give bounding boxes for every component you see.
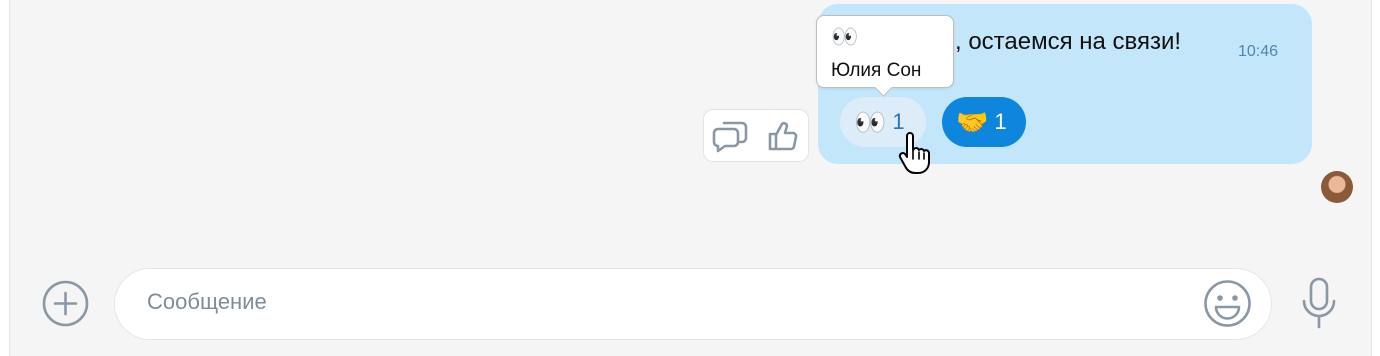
- handshake-emoji: 🤝: [956, 107, 989, 137]
- reaction-handshake-button[interactable]: 🤝 1: [942, 97, 1026, 147]
- reply-button[interactable]: [710, 116, 750, 156]
- tooltip-user-name: Юлия Сон: [831, 60, 922, 81]
- add-icon[interactable]: [42, 280, 89, 327]
- message-actions-panel: [703, 109, 809, 162]
- message-time: 10:46: [1238, 43, 1279, 60]
- message-text: , остаемся на связи!: [955, 28, 1182, 55]
- hand-cursor-icon: [898, 132, 930, 174]
- tooltip-emoji: 👀: [831, 24, 859, 49]
- message-input[interactable]: [114, 268, 1272, 340]
- reply-icon: [712, 121, 748, 152]
- message-input-placeholder: Сообщение: [147, 289, 267, 314]
- thumbs-up-icon: [768, 121, 798, 150]
- microphone-icon[interactable]: [1299, 277, 1339, 329]
- like-button[interactable]: [762, 116, 802, 156]
- reaction-tooltip: 👀 Юлия Сон: [816, 15, 954, 88]
- eyes-emoji: 👀: [854, 107, 887, 137]
- reaction-count: 1: [994, 109, 1007, 134]
- avatar[interactable]: [1321, 171, 1353, 203]
- smile-icon[interactable]: [1203, 279, 1252, 328]
